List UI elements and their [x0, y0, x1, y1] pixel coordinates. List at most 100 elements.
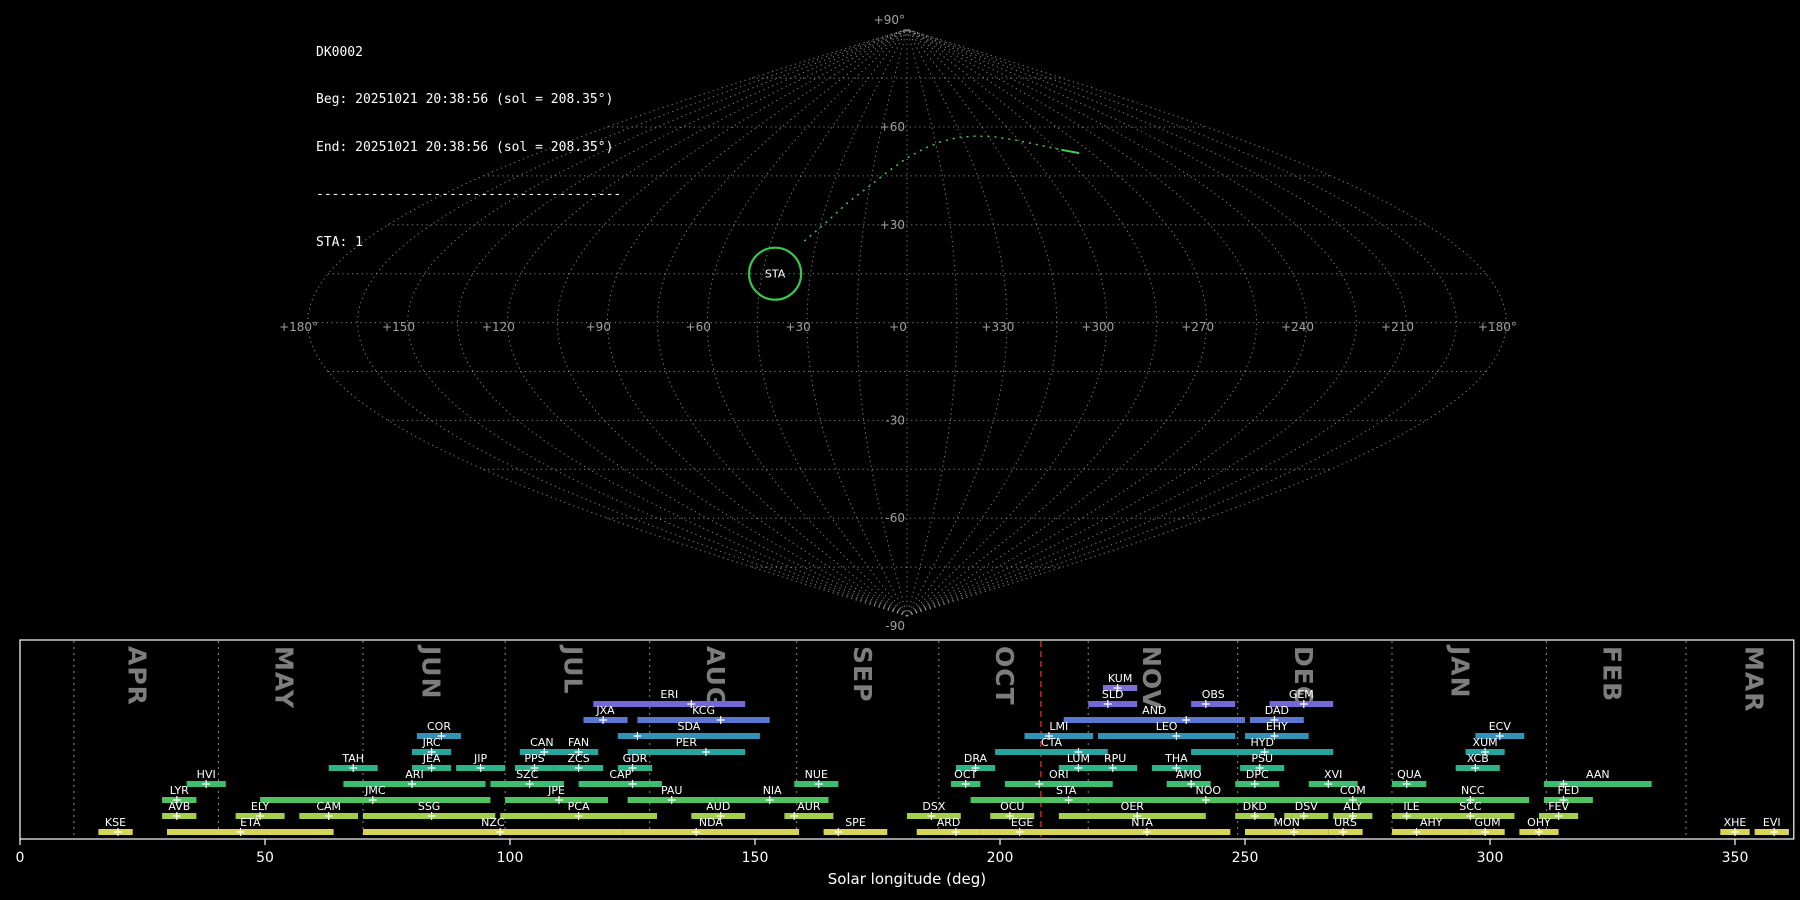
- month-label-APR: APR: [123, 646, 152, 706]
- timeline-chart: APR MAY JUN JUL AUG SEP OCT NOV DEC JAN FEB MARKUME…: [16, 639, 1795, 888]
- x-tick-label: 250: [1232, 850, 1259, 866]
- station-id: DK0002: [316, 44, 363, 60]
- shower-bar-LEO: [1098, 733, 1236, 739]
- shower-label-DKD: DKD: [1243, 800, 1267, 813]
- shower-label-ARD: ARD: [937, 816, 961, 829]
- radiant-plot-page: DK0002 Beg: 20251021 20:38:56 (sol = 208…: [0, 0, 1800, 900]
- shower-label-STA: STA: [1056, 784, 1077, 797]
- shower-label-CTA: CTA: [1041, 736, 1063, 749]
- lon-label: +0: [889, 320, 907, 334]
- shower-label-OHY: OHY: [1527, 816, 1551, 829]
- shower-label-THA: THA: [1164, 752, 1188, 765]
- shower-label-KUM: KUM: [1108, 672, 1132, 685]
- month-label-OCT: OCT: [990, 646, 1019, 706]
- shower-label-TAH: TAH: [341, 752, 364, 765]
- shower-label-JIP: JIP: [473, 752, 487, 765]
- month-label-FEB: FEB: [1598, 646, 1627, 702]
- shower-label-SPE: SPE: [845, 816, 866, 829]
- shower-label-COR: COR: [427, 720, 451, 733]
- lat-label: -30: [885, 413, 905, 427]
- shower-label-SDA: SDA: [678, 720, 701, 733]
- shower-label-JMC: JMC: [364, 784, 386, 797]
- shower-label-LMI: LMI: [1049, 720, 1068, 733]
- shower-bar-KCG: [637, 717, 770, 723]
- shower-label-EHY: EHY: [1266, 720, 1288, 733]
- month-label-JUL: JUL: [559, 644, 588, 695]
- shower-label-AMO: AMO: [1176, 768, 1202, 781]
- shower-label-DSV: DSV: [1295, 800, 1318, 813]
- shower-label-PCA: PCA: [568, 800, 590, 813]
- shower-label-FED: FED: [1558, 784, 1580, 797]
- begin-time-line: Beg: 20251021 20:38:56 (sol = 208.35°): [316, 92, 614, 107]
- shower-label-HYD: HYD: [1250, 736, 1273, 749]
- lon-label: +240: [1281, 320, 1314, 334]
- lon-label: +300: [1081, 320, 1114, 334]
- shower-label-NIA: NIA: [763, 784, 782, 797]
- shower-label-AVB: AVB: [168, 800, 190, 813]
- lat-label: +90°: [874, 13, 905, 27]
- shower-label-FEV: FEV: [1548, 800, 1569, 813]
- shower-label-GUM: GUM: [1475, 816, 1501, 829]
- x-tick-label: 350: [1722, 850, 1749, 866]
- shower-label-ORI: ORI: [1049, 768, 1069, 781]
- shower-label-COM: COM: [1340, 784, 1366, 797]
- month-label-AUG: AUG: [701, 646, 730, 708]
- shower-label-XHE: XHE: [1724, 816, 1747, 829]
- shower-label-EVI: EVI: [1763, 816, 1781, 829]
- shower-label-GDR: GDR: [623, 752, 648, 765]
- shower-label-EGE: EGE: [1011, 816, 1033, 829]
- shower-bar-AND: [1063, 717, 1245, 723]
- radiant-activity-plot: +180° +150 +120 +90 +60 +30 +0 +330 +300 +270 +240…: [16, 13, 1795, 888]
- shower-label-ZCS: ZCS: [567, 752, 589, 765]
- lat-label: -90: [885, 619, 905, 633]
- shower-label-ILE: ILE: [1403, 800, 1419, 813]
- shower-bar-NTA: [1053, 829, 1231, 835]
- month-label-JAN: JAN: [1446, 644, 1475, 699]
- shower-label-SLD: SLD: [1102, 688, 1124, 701]
- shower-label-CAP: CAP: [609, 768, 631, 781]
- month-label-NOV: NOV: [1137, 646, 1166, 710]
- month-label-MAY: MAY: [270, 646, 299, 709]
- shower-label-AND: AND: [1142, 704, 1166, 717]
- shower-label-ECV: ECV: [1489, 720, 1512, 733]
- info-panel: DK0002 Beg: 20251021 20:38:56 (sol = 208…: [316, 12, 621, 282]
- shower-label-DRA: DRA: [964, 752, 988, 765]
- x-tick-label: 200: [987, 850, 1014, 866]
- shower-label-JRC: JRC: [422, 736, 441, 749]
- shower-label-ARI: ARI: [405, 768, 423, 781]
- shower-label-DSX: DSX: [922, 800, 945, 813]
- shower-label-ALY: ALY: [1343, 800, 1362, 813]
- shower-label-JEA: JEA: [422, 752, 441, 765]
- shower-label-QUA: QUA: [1397, 768, 1422, 781]
- x-tick-label: 50: [256, 850, 274, 866]
- shower-label-PAU: PAU: [661, 784, 683, 797]
- shower-label-XVI: XVI: [1324, 768, 1342, 781]
- month-label-MAR: MAR: [1740, 646, 1769, 712]
- lat-label: +30: [880, 218, 905, 232]
- x-tick-label: 100: [497, 850, 524, 866]
- lon-label: +60: [686, 320, 711, 334]
- separator-line: ---------------------------------------: [316, 187, 622, 202]
- shower-bar-ARD: [916, 829, 981, 835]
- shower-label-KCG: KCG: [692, 704, 715, 717]
- shower-label-NUE: NUE: [805, 768, 828, 781]
- shower-bar-CTA: [995, 749, 1108, 755]
- shower-label-NDA: NDA: [699, 816, 724, 829]
- shower-bar-SLD: [1088, 701, 1138, 707]
- shower-label-HVI: HVI: [197, 768, 216, 781]
- shower-label-PSU: PSU: [1251, 752, 1273, 765]
- shower-label-AUD: AUD: [706, 800, 730, 813]
- shower-label-AAN: AAN: [1586, 768, 1610, 781]
- shower-label-KSE: KSE: [105, 816, 126, 829]
- shower-label-NZC: NZC: [481, 816, 505, 829]
- shower-label-ERI: ERI: [660, 688, 678, 701]
- lon-label: +180°: [1478, 320, 1517, 334]
- shower-label-SCC: SCC: [1459, 800, 1482, 813]
- shower-bar-ERI: [593, 701, 746, 707]
- shower-label-RPU: RPU: [1104, 752, 1126, 765]
- lon-label: +270: [1181, 320, 1214, 334]
- shower-label-XCB: XCB: [1467, 752, 1489, 765]
- shower-label-URS: URS: [1334, 816, 1357, 829]
- end-time-line: End: 20251021 20:38:56 (sol = 208.35°): [316, 139, 614, 155]
- lon-label: +180°: [279, 320, 318, 334]
